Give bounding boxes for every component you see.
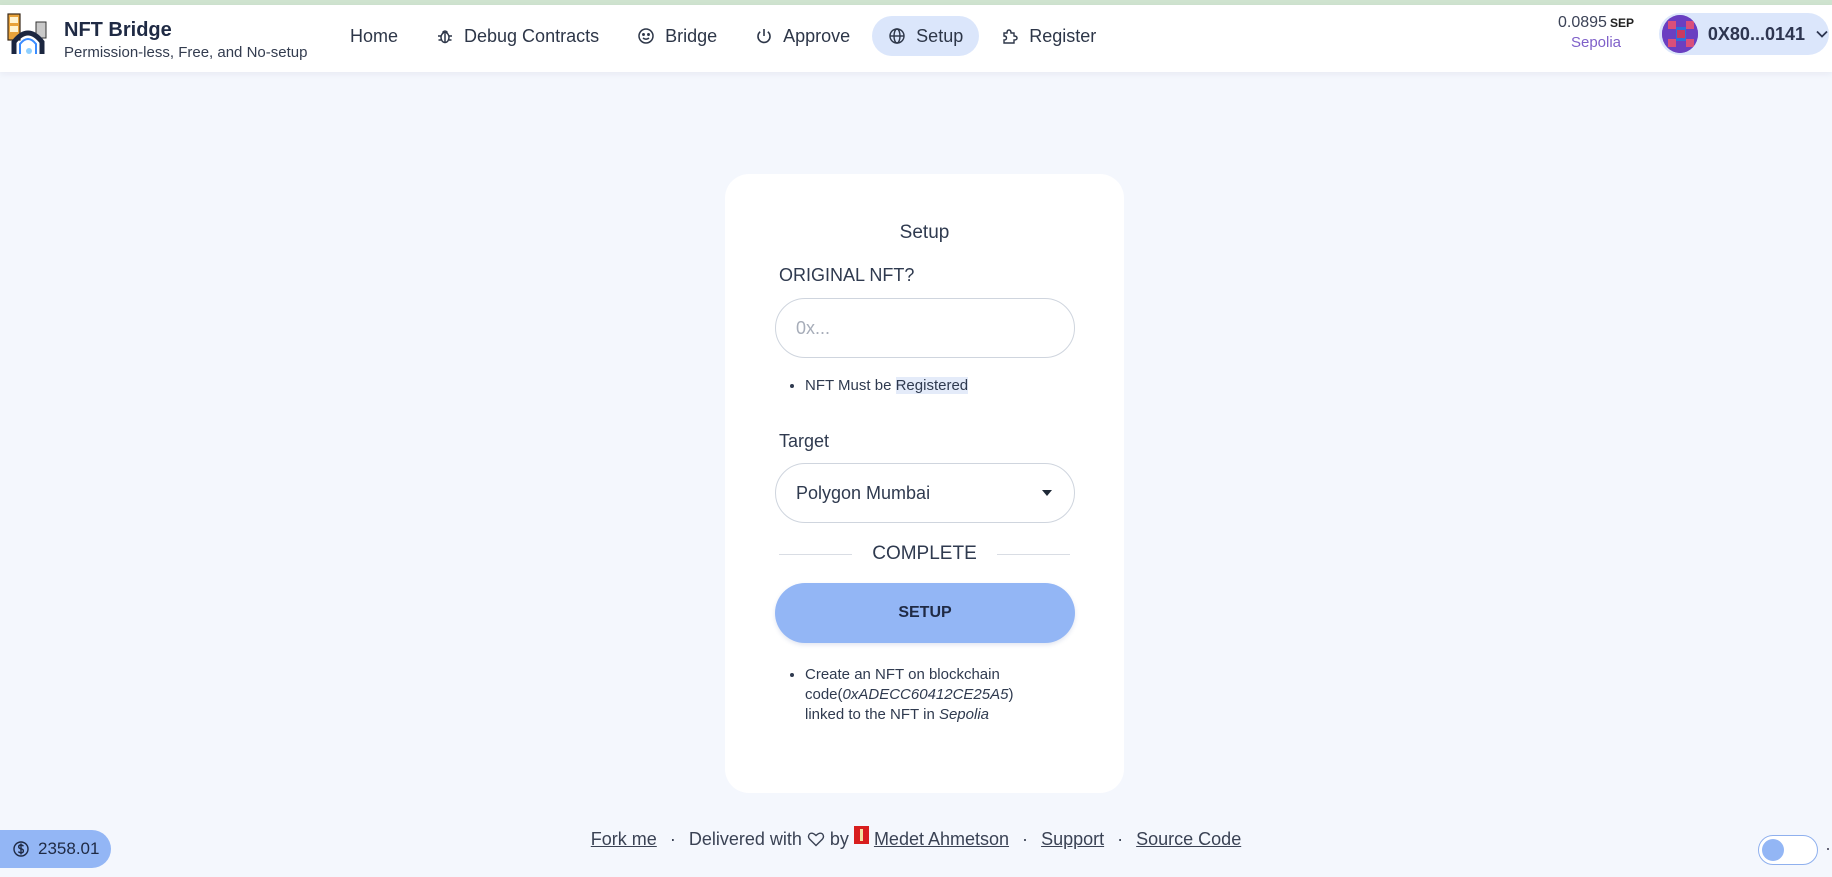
nav-bridge-label: Bridge [665,25,718,46]
separator-dot: · [1022,829,1029,849]
network-name: Sepolia [1570,34,1622,51]
registered-link[interactable]: Registered [895,377,969,394]
delivered-text: Delivered with [688,829,802,849]
main-nav: Home Debug Contracts Bridge Approve Setu… [334,16,1118,56]
balance-amount: 0.0895 [1558,14,1607,31]
avatar [1662,15,1698,53]
nav-debug-contracts[interactable]: Debug Contracts [420,16,615,56]
register-note: NFT Must be Registered [805,376,969,396]
nav-approve-label: Approve [783,25,851,46]
nav-setup[interactable]: Setup [872,16,980,56]
original-nft-label: ORIGINAL NFT? [779,265,915,285]
balance-symbol: SEP [1609,16,1634,30]
setup-description-item: Create an NFT on blockchain code(0xADECC… [805,665,1055,725]
nav-home[interactable]: Home [334,16,414,56]
setup-description: Create an NFT on blockchain code(0xADECC… [805,665,1055,725]
account-button[interactable]: 0X80...0141 [1659,13,1829,55]
dollar-circle-icon [12,840,30,858]
author-flag-icon [853,826,869,844]
by-text: by [829,829,849,849]
separator-dot: · [1117,829,1124,849]
puzzle-icon [1001,27,1019,45]
brand-title: NFT Bridge [64,19,172,41]
nav-home-label: Home [350,25,399,46]
setup-card: Setup ORIGINAL NFT? NFT Must be Register… [725,174,1124,793]
footer: Fork me · Delivered with by Medet Ahmets… [0,826,1832,850]
fork-me-link[interactable]: Fork me [591,829,657,849]
brand-subtitle: Permission-less, Free, and No-setup [64,44,308,61]
heart-icon [807,832,825,847]
nav-register[interactable]: Register [985,16,1112,56]
source-code-link[interactable]: Source Code [1136,829,1241,849]
desc-network: Sepolia [938,706,989,723]
divider-text: COMPLETE [872,543,977,564]
target-label: Target [779,431,830,451]
price-pill[interactable]: 2358.01 [0,830,111,868]
original-nft-input[interactable] [775,298,1075,358]
nav-setup-label: Setup [916,25,964,46]
desc-code: 0xADECC60412CE25A5 [842,686,1009,703]
nav-debug-contracts-label: Debug Contracts [464,25,600,46]
nav-register-label: Register [1029,25,1097,46]
setup-button[interactable]: SETUP [775,583,1075,643]
nav-approve[interactable]: Approve [739,16,866,56]
brand[interactable]: NFT Bridge Permission-less, Free, and No… [4,12,307,63]
globe-icon [888,27,906,45]
toggle-knob [1762,839,1784,861]
bridge-logo-icon [7,13,47,54]
target-selected-value: Polygon Mumbai [796,482,931,503]
caret-down-icon [1042,490,1052,496]
card-title: Setup [899,222,950,243]
separator-dot: · [669,829,676,849]
price-value: 2358.01 [38,839,100,858]
target-select[interactable]: Polygon Mumbai [775,463,1075,523]
top-header: NFT Bridge Permission-less, Free, and No… [0,5,1832,72]
smile-icon [637,27,655,45]
chevron-down-icon [1815,27,1829,41]
author-link[interactable]: Medet Ahmetson [874,829,1009,849]
theme-toggle[interactable] [1758,835,1818,865]
edge-dot [1827,848,1829,850]
account-address: 0X80...0141 [1707,23,1805,44]
bug-icon [436,27,454,45]
complete-divider: COMPLETE [779,542,1070,566]
balance-display: 0.0895 SEP Sepolia [1550,14,1642,51]
register-note-text: NFT Must be [805,377,896,394]
support-link[interactable]: Support [1041,829,1104,849]
register-note-item: NFT Must be Registered [805,376,969,396]
nav-bridge[interactable]: Bridge [621,16,733,56]
power-icon [755,27,773,45]
